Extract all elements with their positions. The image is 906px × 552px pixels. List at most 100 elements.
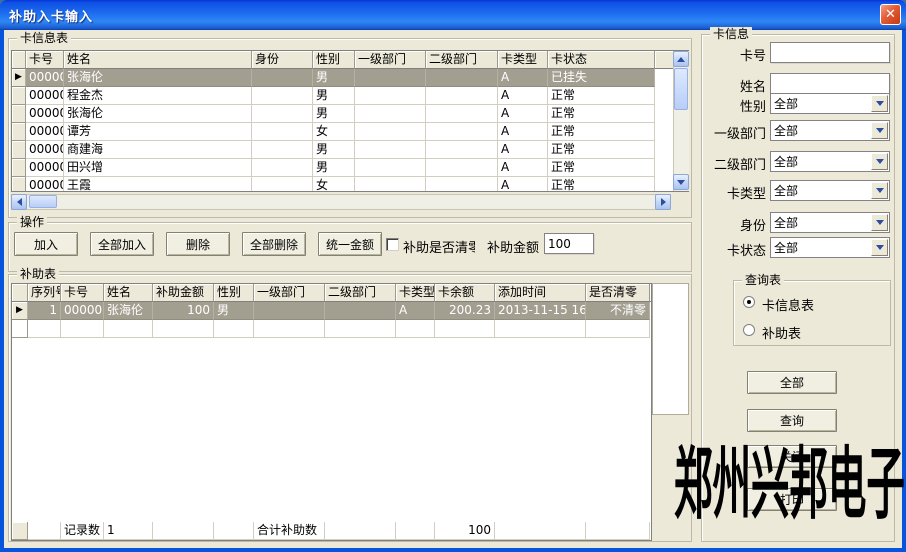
card-number-input[interactable] (770, 42, 890, 63)
column-header[interactable]: 一级部门 (254, 284, 325, 302)
name-input[interactable] (770, 73, 890, 94)
column-header[interactable]: 是否清零 (586, 284, 650, 302)
table-row[interactable]: ▶1000001张海伦100男A200.232013-11-15 16:58:不… (12, 302, 651, 320)
table-row[interactable]: 000007田兴增男A正常 (12, 159, 688, 177)
table-cell (426, 177, 498, 192)
query-button[interactable]: 查询 (747, 409, 837, 432)
titlebar[interactable]: 补助入卡输入 ✕ (0, 0, 906, 30)
card-status-label: 卡状态 (704, 240, 766, 259)
subsidy-table-scroll-area[interactable] (652, 283, 689, 415)
clear-subsidy-checkbox[interactable] (386, 238, 399, 251)
column-header[interactable]: 姓名 (64, 51, 252, 69)
query-table-group-label: 查询表 (742, 273, 784, 287)
table-cell: 000002 (26, 87, 64, 105)
row-header (12, 123, 26, 141)
card-status-select[interactable]: 全部 (770, 237, 890, 258)
column-header[interactable]: 卡状态 (548, 51, 655, 69)
column-header[interactable]: 卡类型 (498, 51, 548, 69)
table-cell: A (396, 302, 435, 320)
column-header[interactable]: 姓名 (104, 284, 153, 302)
radio-card-info-table-label[interactable]: 卡信息表 (762, 295, 814, 314)
table-cell: 男 (313, 69, 355, 87)
table-row[interactable]: 000003张海伦男A正常 (12, 105, 688, 123)
column-header[interactable]: 性别 (313, 51, 355, 69)
row-header (12, 87, 26, 105)
chevron-down-icon[interactable] (871, 122, 888, 139)
chevron-down-icon[interactable] (871, 95, 888, 112)
row-indicator-icon: ▶ (12, 69, 26, 87)
table-cell: 不清零 (586, 302, 650, 320)
card-table-vscrollbar[interactable] (673, 51, 689, 191)
table-cell: A (498, 159, 548, 177)
all-button[interactable]: 全部 (747, 371, 837, 394)
delete-all-button[interactable]: 全部删除 (242, 232, 306, 256)
footer-cell (214, 522, 254, 540)
column-header[interactable]: 序列号 (28, 284, 61, 302)
table-cell: 张海伦 (64, 105, 252, 123)
vscroll-thumb[interactable] (674, 68, 688, 110)
subsidy-table[interactable]: 序列号卡号姓名补助金额性别一级部门二级部门卡类型卡余额添加时间是否清零▶1000… (11, 283, 652, 541)
chevron-down-icon[interactable] (871, 182, 888, 199)
scroll-right-icon[interactable] (655, 194, 671, 210)
column-header[interactable]: 二级部门 (325, 284, 396, 302)
radio-subsidy-table-label[interactable]: 补助表 (762, 323, 801, 342)
chevron-down-icon[interactable] (871, 153, 888, 170)
column-header[interactable]: 二级部门 (426, 51, 498, 69)
table-row[interactable]: 000005谭芳女A正常 (12, 123, 688, 141)
table-cell (252, 105, 313, 123)
close-button[interactable]: ✕ (880, 4, 901, 25)
uniform-amount-button[interactable]: 统一金额 (318, 232, 382, 256)
table-cell: A (498, 177, 548, 192)
card-table[interactable]: 卡号姓名身份性别一级部门二级部门卡类型卡状态▶000001张海伦男A已挂失000… (11, 50, 689, 192)
footer-cell (325, 522, 396, 540)
table-cell: 正常 (548, 177, 655, 192)
chevron-down-icon[interactable] (871, 239, 888, 256)
column-header[interactable]: 添加时间 (495, 284, 586, 302)
add-button[interactable]: 加入 (14, 232, 78, 256)
radio-card-info-table[interactable] (743, 296, 755, 308)
dept2-select[interactable]: 全部 (770, 151, 890, 172)
card-type-label: 卡类型 (704, 183, 766, 202)
column-header[interactable]: 身份 (252, 51, 313, 69)
close-window-button[interactable]: 关闭 (747, 445, 837, 468)
card-type-select[interactable]: 全部 (770, 180, 890, 201)
chevron-down-icon[interactable] (871, 214, 888, 231)
print-button[interactable]: 打印 (747, 488, 837, 511)
gender-select[interactable]: 全部 (770, 93, 890, 114)
row-header (12, 159, 26, 177)
scroll-left-icon[interactable] (11, 194, 27, 210)
table-row[interactable]: 000002程金杰男A正常 (12, 87, 688, 105)
table-cell: 000005 (26, 123, 64, 141)
add-all-button[interactable]: 全部加入 (90, 232, 154, 256)
column-header[interactable]: 卡类型 (396, 284, 435, 302)
hscroll-thumb[interactable] (29, 195, 57, 208)
table-cell: 女 (313, 123, 355, 141)
name-label: 姓名 (704, 76, 766, 95)
column-header[interactable]: 性别 (214, 284, 254, 302)
scroll-up-icon[interactable] (673, 51, 689, 67)
dept1-select[interactable]: 全部 (770, 120, 890, 141)
identity-select[interactable]: 全部 (770, 212, 890, 233)
column-header[interactable]: 一级部门 (355, 51, 426, 69)
column-header[interactable]: 卡号 (26, 51, 64, 69)
table-header-row: 卡号姓名身份性别一级部门二级部门卡类型卡状态 (12, 51, 688, 69)
column-header[interactable]: 卡余额 (435, 284, 495, 302)
row-header (12, 105, 26, 123)
footer-cell (495, 522, 586, 540)
scroll-down-icon[interactable] (673, 174, 689, 190)
table-row[interactable]: ▶000001张海伦男A已挂失 (12, 69, 688, 87)
delete-button[interactable]: 删除 (166, 232, 230, 256)
column-header[interactable]: 卡号 (61, 284, 104, 302)
table-row[interactable]: 000006商建海男A正常 (12, 141, 688, 159)
card-table-hscrollbar[interactable] (11, 194, 671, 210)
table-row[interactable]: 000008王霞女A正常 (12, 177, 688, 192)
close-icon: ✕ (885, 7, 896, 22)
column-header[interactable]: 补助金额 (153, 284, 214, 302)
subsidy-amount-input[interactable] (544, 233, 594, 254)
table-cell: 田兴增 (64, 159, 252, 177)
table-cell (252, 87, 313, 105)
table-footer-row: 记录数1合计补助数100 (12, 522, 651, 540)
table-cell (355, 141, 426, 159)
clear-subsidy-checkbox-label[interactable]: 补助是否清零 (403, 237, 475, 256)
radio-subsidy-table[interactable] (743, 324, 755, 336)
